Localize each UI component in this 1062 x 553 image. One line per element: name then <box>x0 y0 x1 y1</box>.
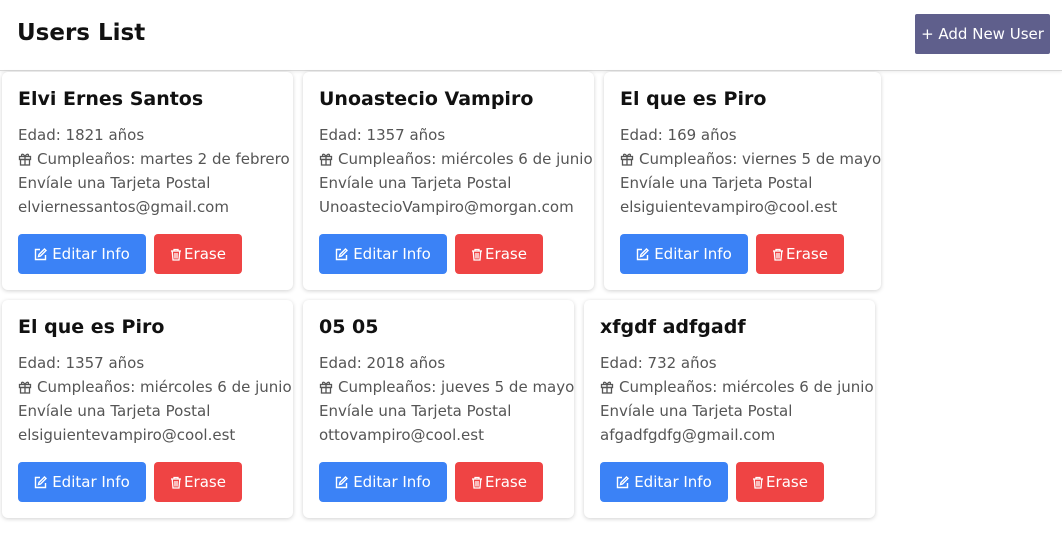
erase-button[interactable]: Erase <box>455 234 543 274</box>
edit-icon <box>335 475 349 489</box>
user-name: Unoastecio Vampiro <box>319 88 534 110</box>
send-postcard-text: Envíale una Tarjeta Postal <box>18 402 211 420</box>
user-email: elsiguientevampiro@cool.est <box>620 198 838 216</box>
trash-icon <box>170 248 182 261</box>
user-birthday: Cumpleaños: miércoles 6 de junio <box>600 378 874 396</box>
edit-icon <box>335 247 349 261</box>
edit-info-button[interactable]: Editar Info <box>600 462 728 502</box>
user-age: Edad: 1821 años <box>18 126 145 144</box>
edit-icon <box>34 247 48 261</box>
user-age: Edad: 2018 años <box>319 354 446 372</box>
edit-info-button[interactable]: Editar Info <box>18 234 146 274</box>
user-age: Edad: 1357 años <box>18 354 145 372</box>
user-card: xfgdf adfgadf Edad: 732 años Cumpleaños:… <box>584 300 875 518</box>
trash-icon <box>471 248 483 261</box>
user-name: xfgdf adfgadf <box>600 316 746 338</box>
user-email: afgadfgdfg@gmail.com <box>600 426 776 444</box>
user-email: UnoastecioVampiro@morgan.com <box>319 198 574 216</box>
send-postcard-text: Envíale una Tarjeta Postal <box>18 174 211 192</box>
erase-button[interactable]: Erase <box>154 462 242 502</box>
user-birthday: Cumpleaños: miércoles 6 de junio <box>319 150 593 168</box>
send-postcard-text: Envíale una Tarjeta Postal <box>319 402 512 420</box>
user-card: Elvi Ernes Santos Edad: 1821 años Cumple… <box>2 72 293 290</box>
user-birthday: Cumpleaños: miércoles 6 de junio <box>18 378 292 396</box>
edit-info-button[interactable]: Editar Info <box>620 234 748 274</box>
add-new-user-button[interactable]: + Add New User <box>915 14 1050 54</box>
gift-icon <box>18 152 32 166</box>
gift-icon <box>600 380 614 394</box>
trash-icon <box>471 476 483 489</box>
user-name: 05 05 <box>319 316 379 338</box>
edit-info-button[interactable]: Editar Info <box>319 234 447 274</box>
trash-icon <box>170 476 182 489</box>
erase-button[interactable]: Erase <box>756 234 844 274</box>
user-birthday: Cumpleaños: martes 2 de febrero <box>18 150 290 168</box>
send-postcard-text: Envíale una Tarjeta Postal <box>319 174 512 192</box>
user-card: El que es Piro Edad: 169 años Cumpleaños… <box>604 72 881 290</box>
erase-button[interactable]: Erase <box>455 462 543 502</box>
trash-icon <box>752 476 764 489</box>
user-name: Elvi Ernes Santos <box>18 88 204 110</box>
user-card: Unoastecio Vampiro Edad: 1357 años Cumpl… <box>303 72 594 290</box>
edit-info-button[interactable]: Editar Info <box>319 462 447 502</box>
edit-info-button[interactable]: Editar Info <box>18 462 146 502</box>
gift-icon <box>319 152 333 166</box>
user-card: 05 05 Edad: 2018 años Cumpleaños: jueves… <box>303 300 574 518</box>
gift-icon <box>18 380 32 394</box>
edit-icon <box>636 247 650 261</box>
user-age: Edad: 1357 años <box>319 126 446 144</box>
send-postcard-text: Envíale una Tarjeta Postal <box>600 402 793 420</box>
send-postcard-text: Envíale una Tarjeta Postal <box>620 174 813 192</box>
edit-icon <box>616 475 630 489</box>
trash-icon <box>772 248 784 261</box>
user-email: ottovampiro@cool.est <box>319 426 484 444</box>
user-age: Edad: 732 años <box>600 354 717 372</box>
user-email: elsiguientevampiro@cool.est <box>18 426 236 444</box>
erase-button[interactable]: Erase <box>736 462 824 502</box>
erase-button[interactable]: Erase <box>154 234 242 274</box>
edit-icon <box>34 475 48 489</box>
user-birthday: Cumpleaños: viernes 5 de mayo <box>620 150 881 168</box>
user-email: elviernessantos@gmail.com <box>18 198 229 216</box>
user-name: El que es Piro <box>18 316 165 338</box>
page-header: Users List + Add New User <box>0 0 1062 71</box>
user-name: El que es Piro <box>620 88 767 110</box>
user-card: El que es Piro Edad: 1357 años Cumpleaño… <box>2 300 293 518</box>
page-title: Users List <box>17 20 146 46</box>
gift-icon <box>319 380 333 394</box>
user-birthday: Cumpleaños: jueves 5 de mayo <box>319 378 574 396</box>
user-age: Edad: 169 años <box>620 126 737 144</box>
gift-icon <box>620 152 634 166</box>
